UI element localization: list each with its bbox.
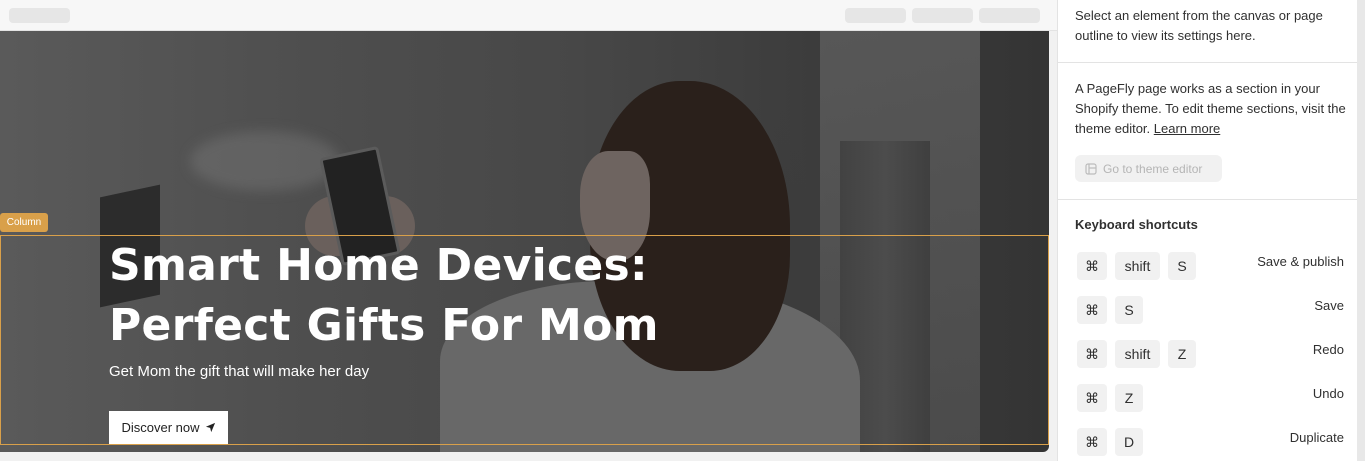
discover-now-label: Discover now	[121, 420, 200, 435]
settings-panel: Select an element from the canvas or pag…	[1057, 0, 1358, 461]
shortcut-label: Save	[1314, 298, 1344, 313]
shortcut-save-publish: ⌘ shift S Save & publish	[1075, 252, 1344, 282]
shortcut-key: ⌘	[1077, 296, 1107, 324]
shortcut-undo: ⌘ Z Undo	[1075, 384, 1344, 414]
theme-editor-icon	[1085, 162, 1097, 175]
hero-headline-line1: Smart Home Devices:	[109, 240, 648, 291]
shortcut-key: ⌘	[1077, 428, 1107, 456]
shortcut-key: ⌘	[1077, 384, 1107, 412]
shortcut-label: Redo	[1312, 342, 1344, 357]
column-tag[interactable]: Column	[0, 213, 48, 232]
background-lamp	[190, 131, 340, 191]
panel-intro-text: Select an element from the canvas or pag…	[1075, 8, 1323, 43]
editor-canvas: Column Smart Home Devices: Perfect Gifts…	[0, 0, 1057, 461]
shortcut-duplicate: ⌘ D Duplicate	[1075, 428, 1344, 458]
shortcut-label: Duplicate	[1289, 430, 1344, 445]
theme-info-text: A PageFly page works as a section in you…	[1075, 79, 1350, 139]
shortcut-redo: ⌘ shift Z Redo	[1075, 340, 1344, 370]
theme-info-section: A PageFly page works as a section in you…	[1058, 63, 1358, 200]
panel-scrollbar[interactable]	[1357, 0, 1365, 461]
shortcut-key: Z	[1168, 340, 1196, 368]
toolbar-placeholder	[845, 8, 906, 23]
shortcut-label: Undo	[1312, 386, 1344, 401]
learn-more-link[interactable]: Learn more	[1154, 121, 1220, 136]
shortcut-key: ⌘	[1077, 340, 1107, 368]
toolbar-placeholder	[979, 8, 1040, 23]
go-to-theme-editor-button[interactable]: Go to theme editor	[1075, 155, 1222, 182]
navigation-arrow-icon	[205, 422, 215, 433]
keyboard-shortcuts-title: Keyboard shortcuts	[1075, 217, 1198, 232]
shortcut-save: ⌘ S Save	[1075, 296, 1344, 326]
hero-headline-line2: Perfect Gifts For Mom	[109, 300, 659, 351]
shortcut-label: Save & publish	[1257, 254, 1344, 269]
shortcut-key: shift	[1115, 252, 1160, 280]
toolbar-placeholder	[912, 8, 973, 23]
hero-subheadline[interactable]: Get Mom the gift that will make her day	[109, 362, 369, 382]
hero-headline[interactable]: Smart Home Devices: Perfect Gifts For Mo…	[109, 236, 809, 356]
shortcut-key: D	[1115, 428, 1143, 456]
shortcut-key: S	[1168, 252, 1196, 280]
go-to-theme-editor-label: Go to theme editor	[1103, 161, 1203, 176]
shortcut-key: Z	[1115, 384, 1143, 412]
panel-intro-section: Select an element from the canvas or pag…	[1058, 0, 1358, 63]
shortcut-key: shift	[1115, 340, 1160, 368]
canvas-toolbar	[0, 0, 1057, 31]
shortcut-key: S	[1115, 296, 1143, 324]
shortcut-key: ⌘	[1077, 252, 1107, 280]
toolbar-placeholder	[9, 8, 70, 23]
discover-now-button[interactable]: Discover now	[109, 411, 228, 444]
